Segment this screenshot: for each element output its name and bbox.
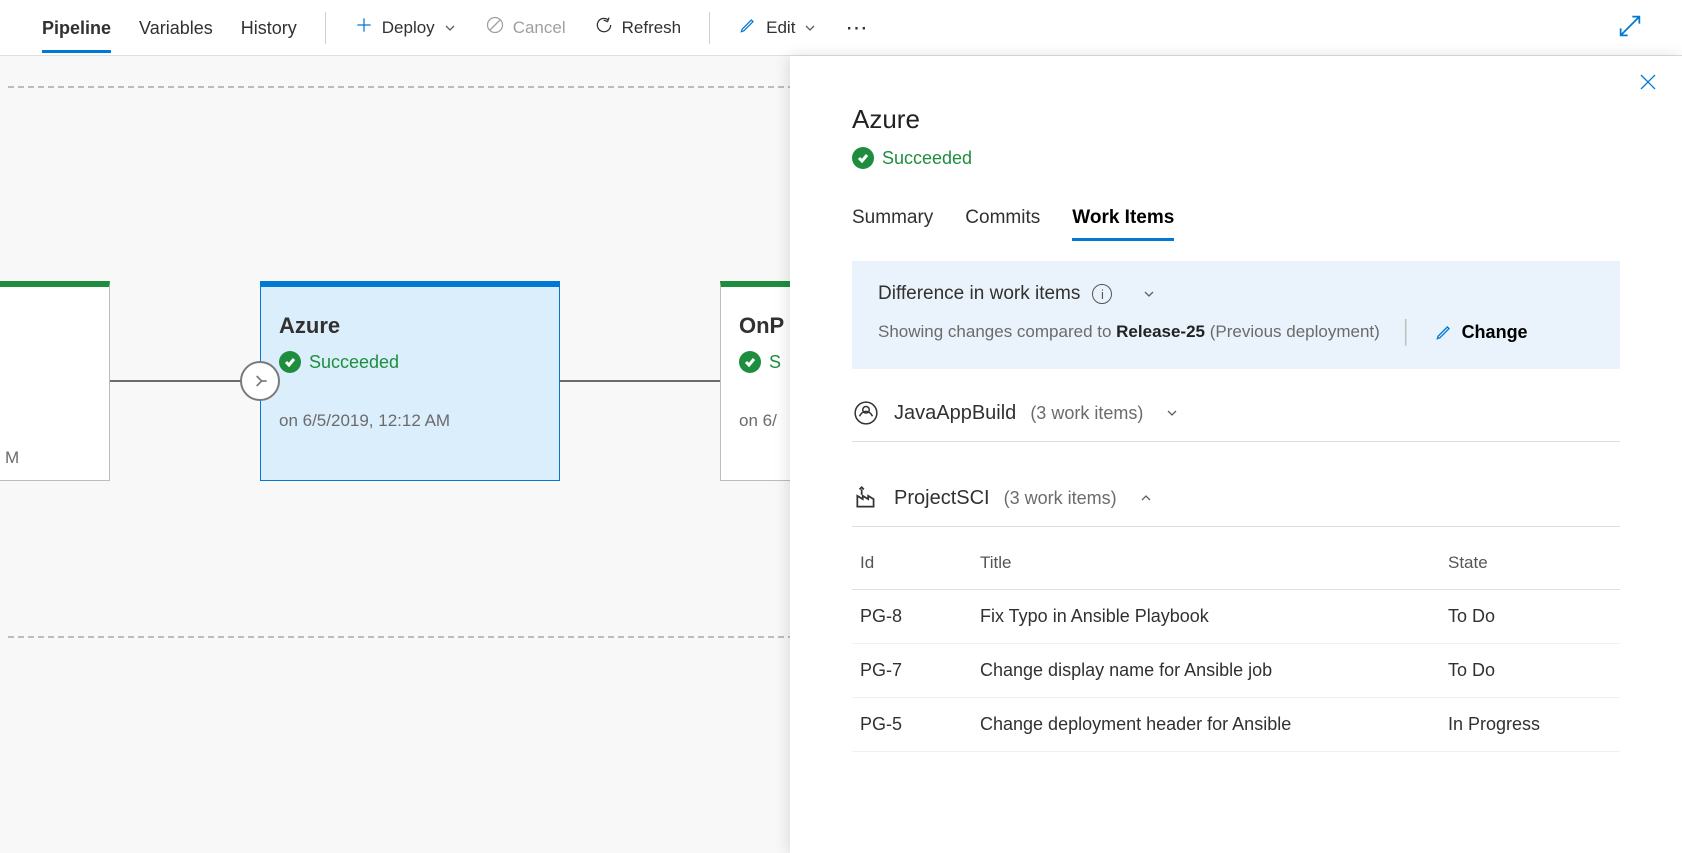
cell-id: PG-5 (852, 698, 972, 752)
plus-icon (354, 15, 374, 40)
chevron-down-icon (443, 21, 457, 35)
workitem-group-projectsci[interactable]: ProjectSCI (3 work items) (852, 484, 1620, 527)
cancel-icon (485, 15, 505, 40)
more-actions-button[interactable]: ⋯ (845, 15, 869, 41)
stage-card-partial-left[interactable]: M (0, 281, 110, 481)
deploy-label: Deploy (382, 18, 435, 38)
panel-tabs: Summary Commits Work Items (852, 207, 1620, 239)
build-source-icon (852, 399, 880, 427)
diff-workitems-box: Difference in work items i Showing chang… (852, 261, 1620, 369)
chevron-down-icon (1142, 287, 1156, 301)
refresh-label: Refresh (622, 18, 682, 38)
toolbar-separator (325, 12, 326, 44)
deploy-button[interactable]: Deploy (354, 15, 457, 40)
fullscreen-button[interactable] (1616, 12, 1644, 43)
refresh-icon (594, 15, 614, 40)
diff-compare-prefix: Showing changes compared to (878, 322, 1116, 341)
pencil-icon (738, 15, 758, 40)
edit-label: Edit (766, 18, 795, 38)
panel-tab-workitems[interactable]: Work Items (1072, 207, 1174, 239)
panel-status: Succeeded (852, 147, 1620, 169)
info-icon[interactable]: i (1092, 284, 1112, 304)
stage-status-text: S (769, 352, 781, 373)
panel-tab-commits[interactable]: Commits (965, 207, 1040, 239)
chevron-up-icon (1139, 491, 1153, 505)
tab-pipeline[interactable]: Pipeline (42, 4, 111, 51)
table-row[interactable]: PG-7 Change display name for Ansible job… (852, 644, 1620, 698)
panel-status-text: Succeeded (882, 148, 972, 169)
panel-title: Azure (852, 104, 1620, 135)
diff-compare-suffix: (Previous deployment) (1205, 322, 1380, 341)
diff-subtext: Showing changes compared to Release-25 (… (878, 319, 1594, 345)
stage-connector (560, 380, 720, 382)
workitem-group-javaappbuild[interactable]: JavaAppBuild (3 work items) (852, 399, 1620, 442)
factory-icon (852, 484, 880, 512)
cell-id: PG-8 (852, 590, 972, 644)
cell-id: PG-7 (852, 644, 972, 698)
close-panel-button[interactable] (1636, 70, 1660, 97)
table-row[interactable]: PG-8 Fix Typo in Ansible Playbook To Do (852, 590, 1620, 644)
cancel-button: Cancel (485, 15, 566, 40)
pre-gate-icon[interactable] (240, 361, 280, 401)
tab-history[interactable]: History (241, 4, 297, 51)
check-circle-icon (279, 351, 301, 373)
top-toolbar: Pipeline Variables History Deploy Cancel… (0, 0, 1682, 56)
refresh-button[interactable]: Refresh (594, 15, 682, 40)
cell-state: To Do (1440, 590, 1620, 644)
toolbar-separator (709, 12, 710, 44)
col-header-title[interactable]: Title (972, 537, 1440, 590)
stage-status-text: Succeeded (309, 352, 399, 373)
panel-tab-summary[interactable]: Summary (852, 207, 933, 239)
group-count: (3 work items) (1004, 488, 1117, 509)
cell-state: To Do (1440, 644, 1620, 698)
group-count: (3 work items) (1030, 403, 1143, 424)
partial-left-text: M (5, 448, 19, 468)
group-name: ProjectSCI (894, 487, 990, 510)
table-row[interactable]: PG-5 Change deployment header for Ansibl… (852, 698, 1620, 752)
diff-compare-release: Release-25 (1116, 322, 1205, 341)
cell-title: Change display name for Ansible job (972, 644, 1440, 698)
tab-variables[interactable]: Variables (139, 4, 213, 51)
stage-card-azure[interactable]: Azure Succeeded on 6/5/2019, 12:12 AM (260, 281, 560, 481)
diff-heading: Difference in work items (878, 283, 1080, 305)
stage-status: Succeeded (279, 351, 541, 373)
change-label: Change (1462, 322, 1528, 343)
vertical-separator: │ (1400, 319, 1414, 345)
col-header-id[interactable]: Id (852, 537, 972, 590)
chevron-down-icon (1165, 406, 1179, 420)
workitems-table: Id Title State PG-8 Fix Typo in Ansible … (852, 537, 1620, 752)
cell-state: In Progress (1440, 698, 1620, 752)
group-name: JavaAppBuild (894, 402, 1016, 425)
edit-button[interactable]: Edit (738, 15, 817, 40)
cancel-label: Cancel (513, 18, 566, 38)
stage-detail-panel: Azure Succeeded Summary Commits Work Ite… (790, 56, 1682, 853)
col-header-state[interactable]: State (1440, 537, 1620, 590)
chevron-down-icon (803, 21, 817, 35)
stage-title: Azure (279, 313, 541, 339)
cell-title: Fix Typo in Ansible Playbook (972, 590, 1440, 644)
table-header-row: Id Title State (852, 537, 1620, 590)
stage-connector (110, 380, 260, 382)
check-circle-icon (852, 147, 874, 169)
stage-date: on 6/5/2019, 12:12 AM (279, 411, 541, 431)
change-comparison-button[interactable]: Change (1434, 322, 1528, 343)
cell-title: Change deployment header for Ansible (972, 698, 1440, 752)
diff-heading-row[interactable]: Difference in work items i (878, 283, 1594, 305)
check-circle-icon (739, 351, 761, 373)
